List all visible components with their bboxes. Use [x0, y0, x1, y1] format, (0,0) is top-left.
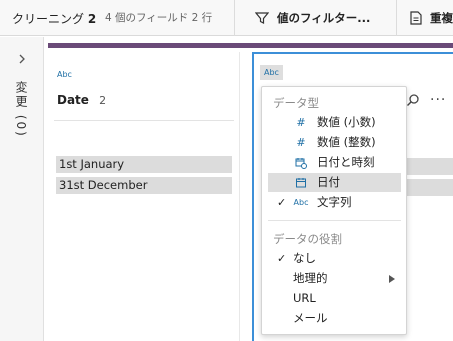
step-number: 2 — [87, 12, 97, 26]
toolbar: クリーニング 2 4 個のフィールド 2 行 値のフィルター... 重複 — [0, 0, 453, 36]
menu-item-role-geographic[interactable]: 地理的 — [268, 269, 401, 288]
step-title: クリーニング 2 — [12, 10, 96, 27]
changes-panel[interactable]: 変更 (0) — [0, 37, 44, 341]
filter-values-label: 値のフィルター... — [277, 11, 371, 25]
menu-item-integer[interactable]: # 数値 (整数) — [268, 133, 401, 152]
column-name: Date — [57, 93, 89, 107]
checkmark-icon: ✓ — [277, 196, 287, 209]
menu-item-label: URL — [293, 291, 316, 305]
string-type-icon: Abc — [293, 198, 309, 207]
menu-item-label: 日付 — [317, 175, 340, 189]
menu-item-role-email[interactable]: メール — [268, 309, 401, 328]
value-bar[interactable]: 31st December — [56, 177, 232, 194]
value-bar[interactable]: 1st January — [56, 156, 232, 173]
data-role-header: データの役割 — [273, 232, 342, 246]
group-button[interactable]: 重複 — [410, 9, 453, 27]
menu-item-datetime[interactable]: 日付と時刻 — [268, 153, 401, 172]
column-header[interactable]: Date 2 — [57, 93, 106, 107]
value-bar[interactable] — [404, 179, 453, 196]
menu-item-decimal[interactable]: # 数値 (小数) — [268, 113, 401, 132]
data-type-menu: データ型 # 数値 (小数) # 数値 (整数) 日付と時刻 日付 ✓ Abc … — [261, 86, 407, 335]
datetime-icon — [295, 158, 307, 169]
checkmark-icon: ✓ — [277, 252, 287, 265]
menu-item-label: メール — [293, 311, 328, 325]
menu-item-string[interactable]: ✓ Abc 文字列 — [268, 193, 401, 212]
menu-item-label: 数値 (整数) — [317, 135, 376, 149]
menu-item-label: 地理的 — [293, 271, 328, 285]
value-bar[interactable] — [404, 158, 453, 175]
filter-icon — [255, 12, 269, 24]
group-label: 重複 — [430, 11, 453, 25]
menu-item-date[interactable]: 日付 — [268, 173, 401, 192]
column-count: 2 — [99, 94, 107, 107]
step-info: 4 個のフィールド 2 行 — [105, 12, 213, 24]
string-type-icon[interactable]: Abc — [260, 65, 283, 80]
menu-item-role-none[interactable]: ✓ なし — [268, 249, 401, 268]
chevron-right-icon[interactable] — [16, 53, 28, 65]
toolbar-divider — [234, 0, 235, 36]
document-icon — [410, 11, 422, 25]
menu-item-role-url[interactable]: URL — [268, 289, 401, 308]
menu-item-label: 数値 (小数) — [317, 115, 376, 129]
submenu-arrow-icon — [389, 275, 395, 283]
number-icon: # — [296, 136, 306, 149]
menu-item-label: 日付と時刻 — [317, 155, 375, 169]
profile-card-date[interactable]: Abc Date 2 1st January 31st December — [48, 52, 240, 341]
filter-values-button[interactable]: 値のフィルター... — [255, 9, 370, 27]
toolbar-divider — [396, 0, 397, 36]
search-icon[interactable] — [406, 93, 420, 107]
menu-item-label: 文字列 — [317, 195, 352, 209]
step-color-bar — [48, 43, 453, 48]
data-type-header: データ型 — [273, 96, 319, 110]
step-name-text: クリーニング — [12, 12, 85, 26]
number-icon: # — [296, 116, 306, 129]
divider — [54, 120, 234, 121]
menu-item-label: なし — [293, 251, 316, 265]
more-options-icon[interactable]: ··· — [430, 92, 446, 108]
menu-divider — [268, 220, 401, 221]
calendar-icon — [296, 178, 306, 188]
changes-label: 変更 (0) — [14, 81, 28, 138]
string-type-icon[interactable]: Abc — [57, 70, 72, 79]
